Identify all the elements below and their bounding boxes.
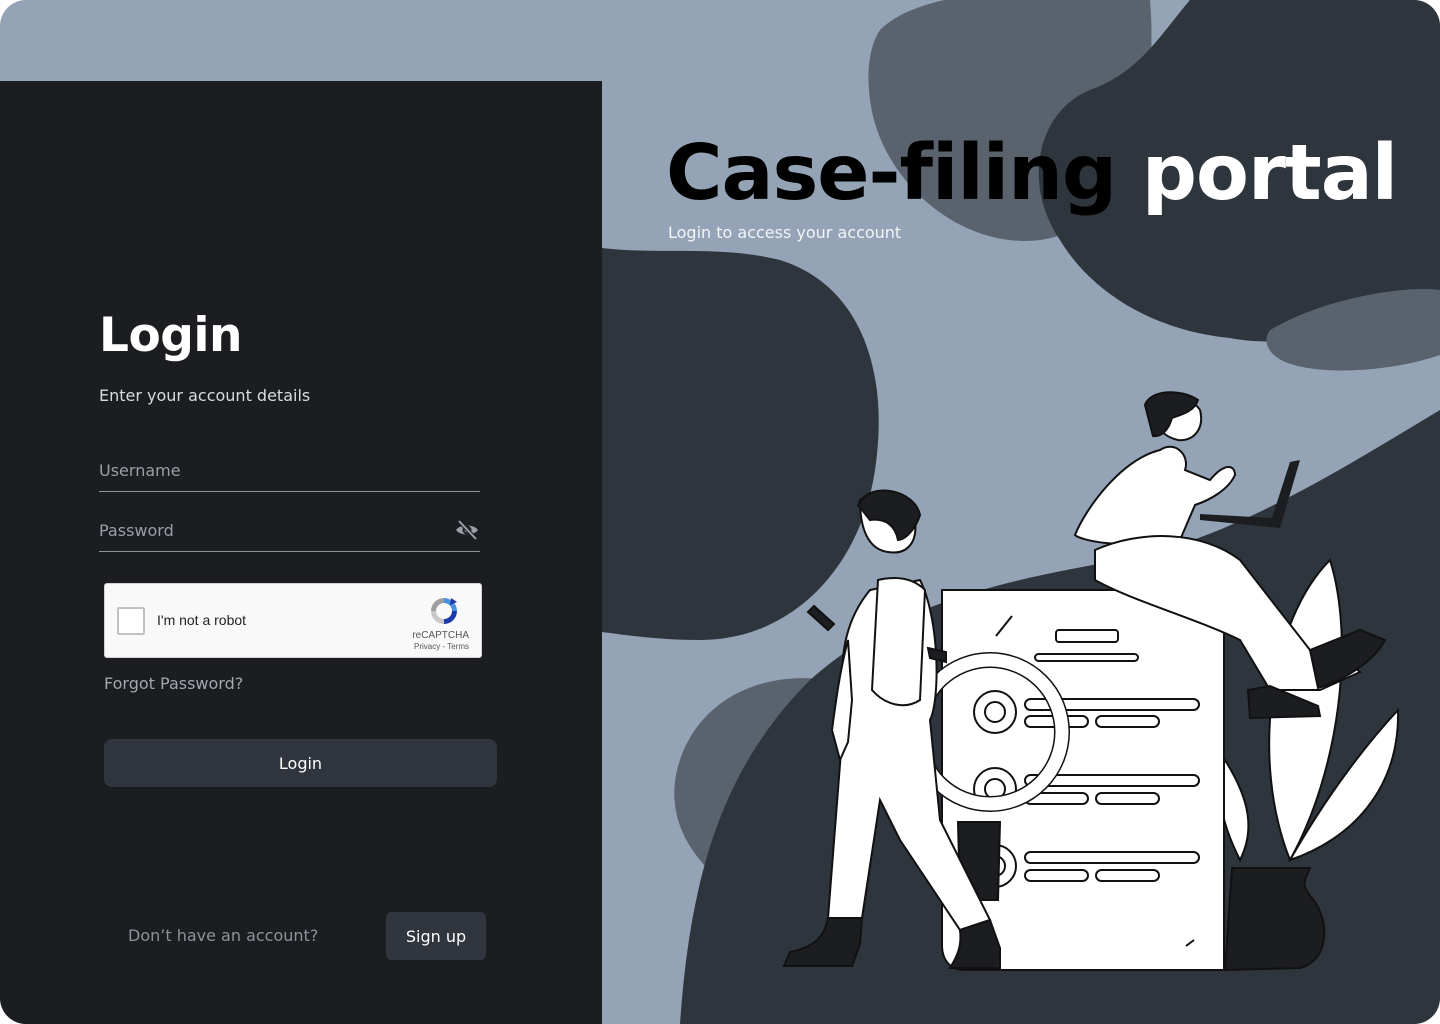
recaptcha-brand: reCAPTCHA	[412, 630, 469, 641]
login-heading: Login	[99, 308, 242, 363]
recaptcha-links: Privacy - Terms	[414, 642, 469, 652]
recaptcha-label: I'm not a robot	[157, 612, 247, 628]
username-field	[99, 451, 480, 492]
password-input[interactable]	[99, 517, 439, 543]
eye-off-icon[interactable]	[454, 517, 480, 543]
pot	[1223, 867, 1326, 972]
signup-button[interactable]: Sign up	[386, 912, 486, 960]
recaptcha-checkbox[interactable]	[117, 607, 145, 635]
login-subheading: Enter your account details	[99, 386, 311, 405]
username-input[interactable]	[99, 457, 439, 483]
login-button[interactable]: Login	[104, 739, 497, 787]
page-frame: Case-filing portal Login to access your …	[0, 0, 1440, 1024]
password-field	[99, 511, 480, 552]
recaptcha-logo-icon	[431, 598, 457, 624]
login-panel: Login Enter your account details I'm not…	[0, 81, 602, 1024]
recaptcha-widget: I'm not a robot reCAPTCHA Privacy - Term…	[104, 583, 482, 658]
recaptcha-terms-link[interactable]: Terms	[447, 642, 469, 651]
signup-prompt: Don’t have an account?	[128, 926, 319, 945]
recaptcha-privacy-link[interactable]: Privacy	[414, 642, 440, 651]
forgot-password-link[interactable]: Forgot Password?	[104, 673, 243, 695]
